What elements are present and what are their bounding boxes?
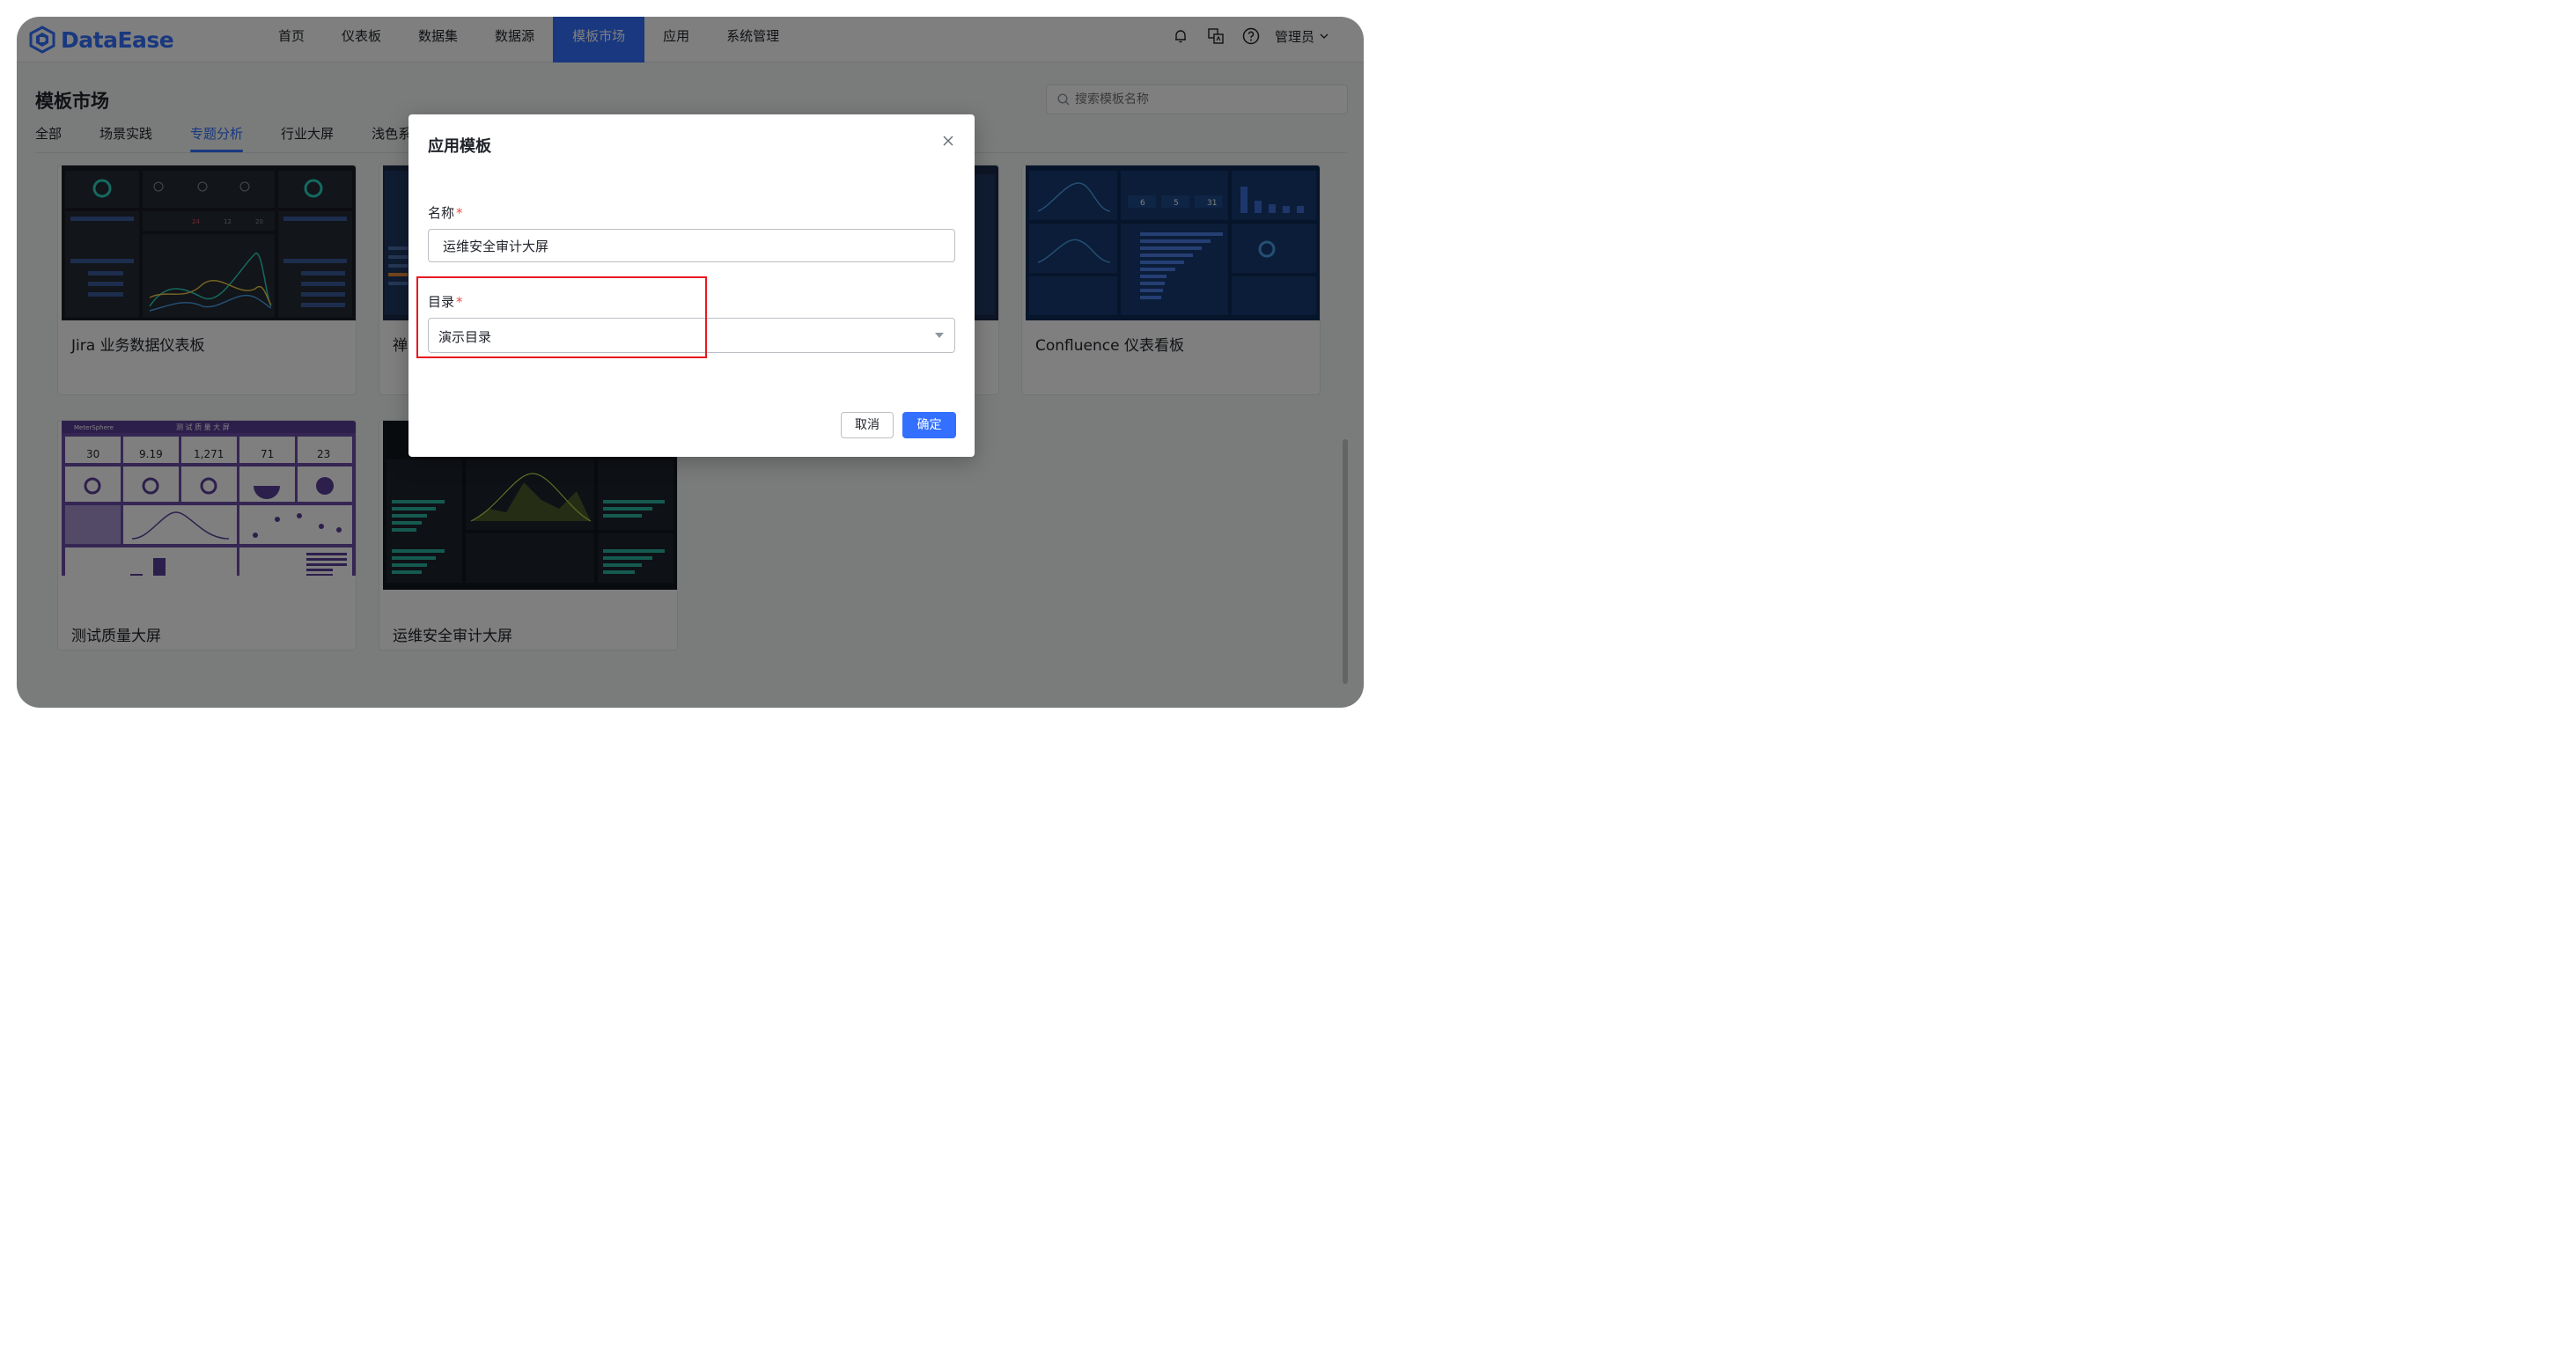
confirm-button[interactable]: 确定 xyxy=(902,412,956,438)
annotation-highlight-box xyxy=(416,276,707,358)
required-mark: * xyxy=(456,205,463,221)
name-label-text: 名称 xyxy=(428,205,455,221)
caret-down-icon xyxy=(935,333,944,338)
template-name-input[interactable] xyxy=(428,229,955,262)
apply-template-dialog: 应用模板 名称* 目录* 演示目录 取消 确定 xyxy=(408,114,975,457)
name-field-label: 名称 * xyxy=(428,203,463,222)
cancel-button[interactable]: 取消 xyxy=(841,412,894,438)
close-icon[interactable] xyxy=(941,134,955,148)
dialog-title: 应用模板 xyxy=(428,137,491,156)
